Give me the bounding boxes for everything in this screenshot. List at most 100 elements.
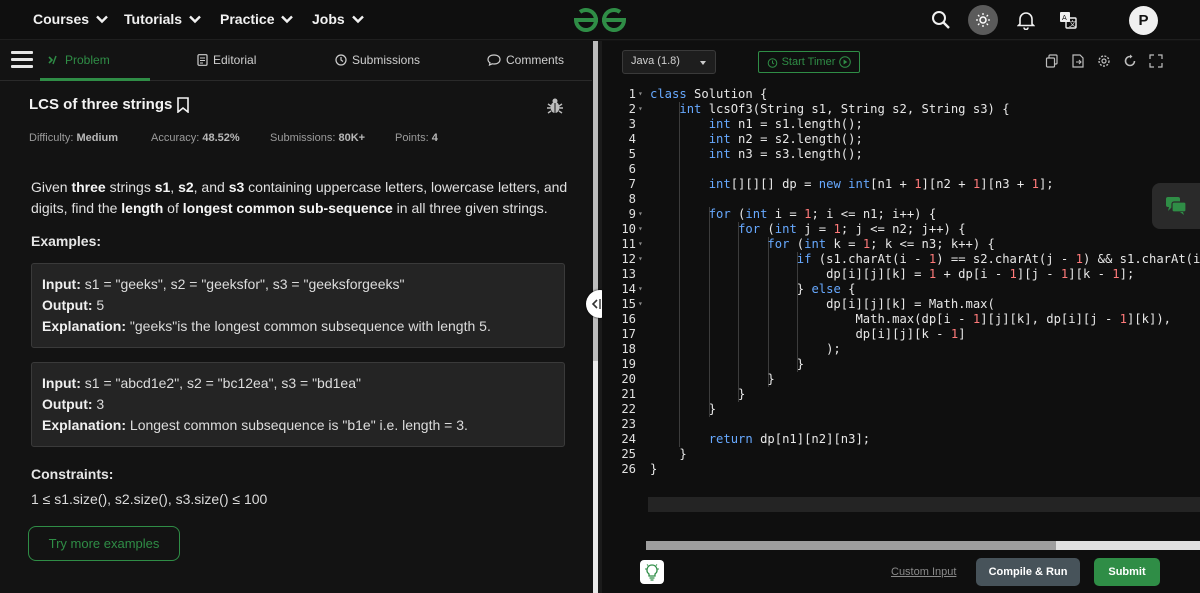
input-label: Input: bbox=[42, 375, 81, 391]
line-number: 25 bbox=[621, 447, 636, 461]
difficulty-value: Medium bbox=[76, 132, 119, 144]
desc-text: strings bbox=[105, 179, 155, 195]
output-label: Output: bbox=[42, 396, 93, 412]
explanation-label: Explanation: bbox=[42, 417, 127, 433]
submissions-meta: Submissions: 80K+ bbox=[270, 132, 365, 144]
chevron-down-icon bbox=[351, 15, 364, 24]
fold-arrow-icon[interactable]: ▾ bbox=[638, 89, 643, 98]
copy-icon[interactable] bbox=[1045, 54, 1059, 68]
fold-arrow-icon[interactable]: ▾ bbox=[638, 224, 643, 233]
code-line: } bbox=[650, 357, 805, 371]
example-explanation: Longest common subsequence is "b1e" i.e.… bbox=[126, 417, 468, 433]
tab-problem[interactable]: Problem bbox=[48, 53, 110, 67]
difficulty-meta: Difficulty: Medium bbox=[29, 132, 118, 144]
editor-toolbar: Java (1.8) Start Timer bbox=[602, 41, 1200, 81]
fold-arrow-icon[interactable]: ▾ bbox=[638, 209, 643, 218]
code-icon bbox=[48, 55, 57, 65]
desc-bold: s3 bbox=[228, 179, 245, 195]
code-line: } bbox=[650, 462, 658, 476]
nav-practice[interactable]: Practice bbox=[220, 11, 294, 27]
line-number: 18 bbox=[621, 342, 636, 356]
difficulty-label: Difficulty: bbox=[29, 132, 74, 144]
submit-button[interactable]: Submit bbox=[1094, 558, 1160, 586]
tab-editorial-label: Editorial bbox=[213, 53, 257, 67]
try-more-examples-button[interactable]: Try more examples bbox=[28, 526, 180, 561]
tab-editorial[interactable]: Editorial bbox=[197, 53, 256, 67]
fold-arrow-icon[interactable]: ▾ bbox=[638, 299, 643, 308]
examples-heading: Examples: bbox=[31, 233, 102, 249]
tab-comments[interactable]: Comments bbox=[487, 53, 564, 67]
editor-scrollbar-thumb[interactable] bbox=[646, 541, 1056, 550]
code-line: dp[i][j][k - 1] bbox=[650, 327, 966, 341]
search-button[interactable] bbox=[926, 5, 956, 35]
nav-tutorials[interactable]: Tutorials bbox=[124, 11, 202, 27]
nav-tutorials-label: Tutorials bbox=[124, 11, 183, 27]
fold-arrow-icon[interactable]: ▾ bbox=[638, 254, 643, 263]
fullscreen-icon[interactable] bbox=[1149, 54, 1163, 68]
custom-input-link[interactable]: Custom Input bbox=[891, 566, 956, 578]
timer-icon bbox=[767, 57, 777, 68]
fold-arrow-icon[interactable]: ▾ bbox=[638, 239, 643, 248]
chevron-down-icon bbox=[96, 15, 108, 24]
nav-jobs[interactable]: Jobs bbox=[312, 11, 365, 27]
code-line: int n2 = s2.length(); bbox=[708, 132, 863, 146]
reset-icon[interactable] bbox=[1123, 54, 1137, 68]
line-number: 4 bbox=[628, 132, 636, 146]
code-editor[interactable]: 1 ▾ class Solution {2 ▾ int lcsOf3(String s… bbox=[602, 81, 1200, 541]
notifications-button[interactable] bbox=[1011, 5, 1041, 35]
tab-submissions[interactable]: Submissions bbox=[335, 53, 420, 67]
line-number: 21 bbox=[621, 387, 636, 401]
code-line: if (s1.charAt(i - 1) == s2.charAt(j - 1)… bbox=[796, 252, 1200, 266]
desc-text: , and bbox=[193, 179, 229, 195]
line-number: 16 bbox=[621, 312, 636, 326]
line-number: 26 bbox=[621, 462, 636, 476]
code-line: } else { bbox=[650, 282, 856, 296]
constraints-heading: Constraints: bbox=[31, 466, 114, 482]
chat-widget-button[interactable] bbox=[1152, 183, 1200, 229]
translate-button[interactable]: A文 bbox=[1053, 5, 1083, 35]
code-line: int n3 = s3.length(); bbox=[708, 147, 863, 161]
line-number: 5 bbox=[628, 147, 636, 161]
compile-run-button[interactable]: Compile & Run bbox=[976, 558, 1080, 586]
upload-file-icon[interactable] bbox=[1071, 54, 1085, 68]
user-avatar[interactable]: P bbox=[1129, 6, 1158, 35]
line-number: 23 bbox=[621, 417, 636, 431]
code-line: } bbox=[650, 372, 775, 386]
nav-jobs-label: Jobs bbox=[312, 11, 345, 27]
code-line: for (int i = 1; i <= n1; i++) { bbox=[708, 207, 937, 221]
line-number: 22 bbox=[621, 402, 636, 416]
code-line: int lcsOf3(String s1, String s2, String … bbox=[679, 102, 1010, 116]
code-line: Math.max(dp[i - 1][j][k], dp[i][j - 1][k… bbox=[650, 312, 1171, 326]
fold-arrow-icon[interactable]: ▾ bbox=[638, 284, 643, 293]
points-meta: Points: 4 bbox=[395, 132, 438, 144]
code-line: } bbox=[650, 387, 746, 401]
problem-title-row: LCS of three strings bbox=[29, 96, 190, 113]
fold-arrow-icon[interactable]: ▾ bbox=[638, 104, 643, 113]
report-bug-icon[interactable] bbox=[546, 97, 564, 115]
menu-icon[interactable] bbox=[11, 51, 33, 69]
clock-icon bbox=[335, 54, 347, 66]
desc-bold: length bbox=[121, 200, 164, 216]
submissions-value: 80K+ bbox=[338, 132, 366, 144]
line-number: 3 bbox=[628, 117, 636, 131]
start-timer-button[interactable]: Start Timer bbox=[758, 51, 860, 73]
nav-courses[interactable]: Courses bbox=[33, 11, 109, 27]
desc-bold: s2 bbox=[178, 179, 194, 195]
bookmark-icon[interactable] bbox=[176, 96, 190, 113]
line-number: 20 bbox=[621, 372, 636, 386]
gfg-logo[interactable] bbox=[570, 4, 630, 36]
input-label: Input: bbox=[42, 276, 81, 292]
desc-text: Given bbox=[31, 179, 72, 195]
code-line: dp[i][j][k] = 1 + dp[i - 1][j - 1][k - 1… bbox=[650, 267, 1135, 281]
example-output: 5 bbox=[92, 297, 105, 313]
theme-toggle-button[interactable] bbox=[968, 5, 998, 35]
language-select[interactable]: Java (1.8) bbox=[622, 50, 716, 74]
svg-text:文: 文 bbox=[1069, 19, 1076, 28]
comment-icon bbox=[487, 54, 501, 66]
line-number: 13 bbox=[621, 267, 636, 281]
hint-bulb-button[interactable] bbox=[640, 560, 664, 584]
problem-title: LCS of three strings bbox=[29, 96, 173, 113]
lightbulb-icon bbox=[645, 564, 659, 581]
settings-gear-icon[interactable] bbox=[1097, 54, 1111, 68]
timer-label: Start Timer bbox=[781, 56, 836, 68]
